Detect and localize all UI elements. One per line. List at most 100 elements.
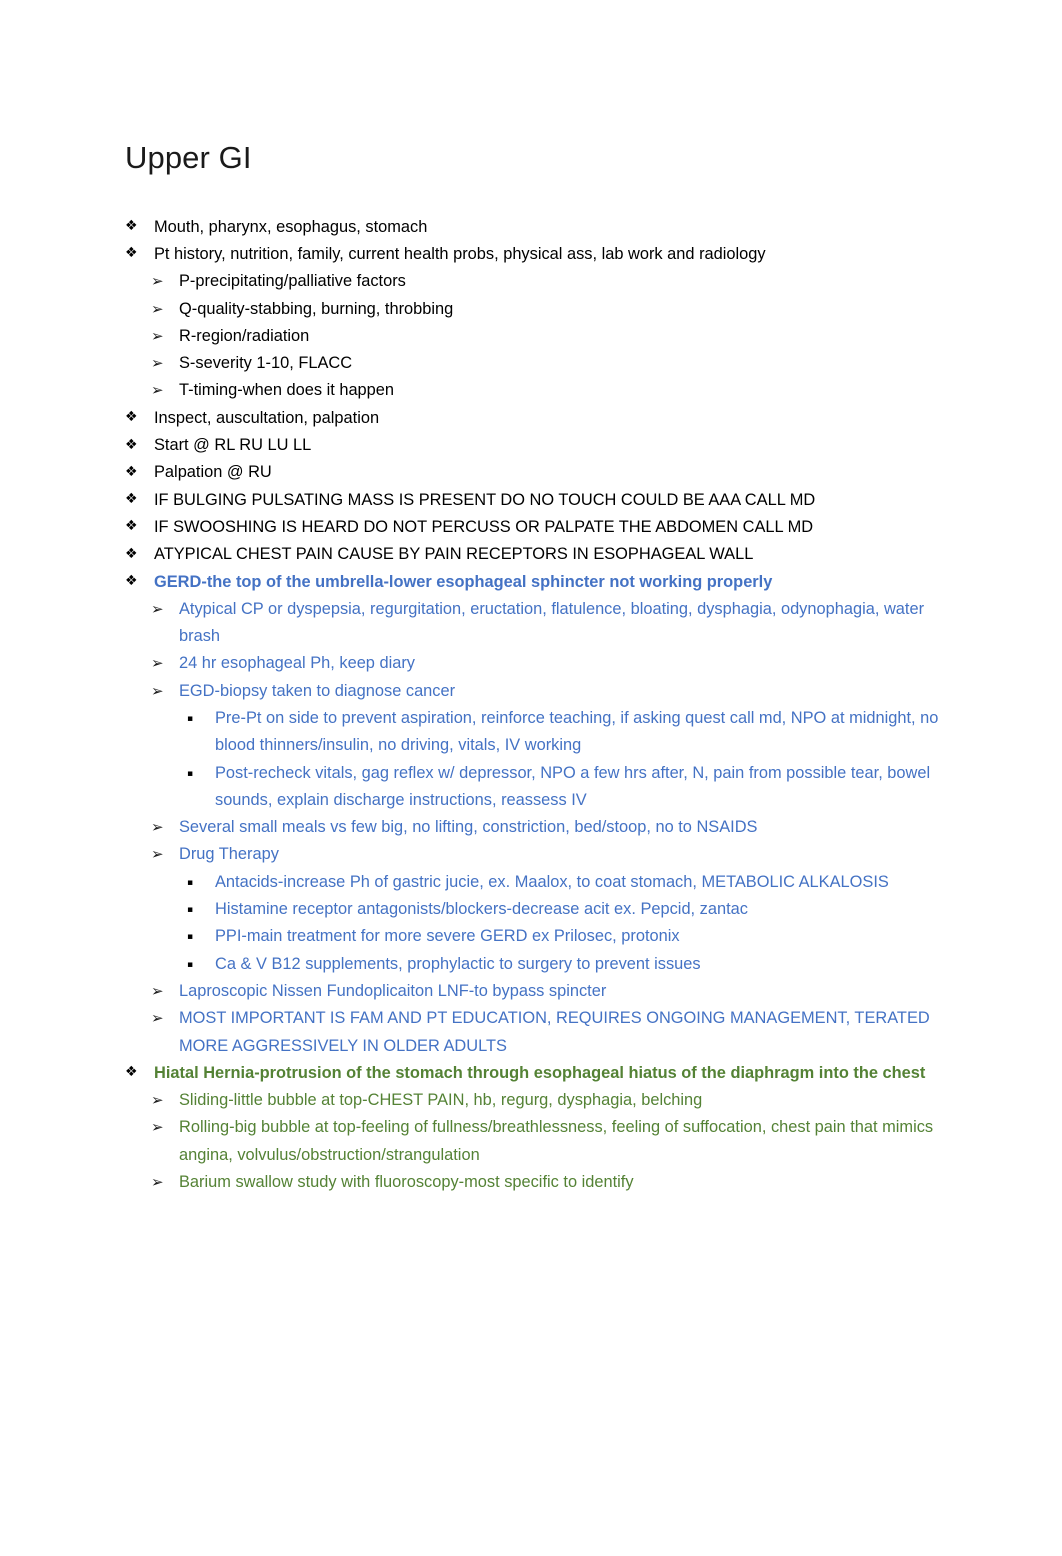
list-item: ▪ Antacids-increase Ph of gastric jucie,…: [187, 869, 962, 896]
list-item-label: Histamine receptor antagonists/blockers-…: [215, 900, 748, 919]
list-item: ➢ Rolling-big bubble at top-feeling of f…: [151, 1114, 962, 1169]
list-item-label: IF SWOOSHING IS HEARD DO NOT PERCUSS OR …: [154, 517, 814, 536]
diamond-bullet-icon: ❖: [125, 545, 138, 562]
list-item: ❖ IF BULGING PULSATING MASS IS PRESENT D…: [125, 487, 962, 514]
diamond-bullet-icon: ❖: [125, 1064, 138, 1081]
square-bullet-icon: ▪: [187, 905, 194, 916]
diamond-bullet-icon: ❖: [125, 245, 138, 262]
list-item-label: Several small meals vs few big, no lifti…: [179, 818, 758, 837]
square-bullet-icon: ▪: [187, 768, 194, 779]
list-item-label: ATYPICAL CHEST PAIN CAUSE BY PAIN RECEPT…: [154, 545, 754, 564]
list-item-label: Start @ RL RU LU LL: [154, 436, 312, 455]
list-item: ▪ Pre-Pt on side to prevent aspiration, …: [187, 705, 962, 760]
list-item: ❖ ATYPICAL CHEST PAIN CAUSE BY PAIN RECE…: [125, 541, 962, 568]
arrow-bullet-icon: ➢: [151, 1173, 164, 1192]
list-item-label: MOST IMPORTANT IS FAM AND PT EDUCATION, …: [179, 1009, 930, 1055]
arrow-bullet-icon: ➢: [151, 981, 164, 1000]
list-item-label: PPI-main treatment for more severe GERD …: [215, 927, 680, 946]
list-item: ❖ Inspect, auscultation, palpation: [125, 405, 962, 432]
list-item-label: Pre-Pt on side to prevent aspiration, re…: [215, 708, 939, 755]
list-item-label: Hiatal Hernia-protrusion of the stomach …: [154, 1063, 926, 1082]
arrow-bullet-icon: ➢: [151, 1009, 164, 1028]
list-item: ➢ Several small meals vs few big, no lif…: [151, 814, 962, 841]
list-item-drug-therapy: ➢ Drug Therapy: [151, 841, 962, 868]
list-item: ➢ MOST IMPORTANT IS FAM AND PT EDUCATION…: [151, 1005, 962, 1060]
list-item: ❖ Pt history, nutrition, family, current…: [125, 241, 962, 268]
list-item: ▪ Post-recheck vitals, gag reflex w/ dep…: [187, 760, 962, 815]
arrow-bullet-icon: ➢: [151, 1091, 164, 1110]
list-item: ▪ Ca & V B12 supplements, prophylactic t…: [187, 951, 962, 978]
list-item-label: GERD-the top of the umbrella-lower esoph…: [154, 572, 773, 591]
diamond-bullet-icon: ❖: [125, 491, 138, 508]
list-item-label: R-region/radiation: [179, 326, 310, 345]
arrow-bullet-icon: ➢: [151, 845, 164, 864]
diamond-bullet-icon: ❖: [125, 436, 138, 453]
list-item-label: Antacids-increase Ph of gastric jucie, e…: [215, 872, 889, 891]
list-item-label: IF BULGING PULSATING MASS IS PRESENT DO …: [154, 490, 816, 509]
square-bullet-icon: ▪: [187, 932, 194, 943]
list-item-label: Rolling-big bubble at top-feeling of ful…: [179, 1118, 934, 1164]
outline-sublist-gerd: ➢ Atypical CP or dyspepsia, regurgitatio…: [125, 596, 962, 1060]
square-bullet-icon: ▪: [187, 877, 194, 888]
list-item: ➢ Barium swallow study with fluoroscopy-…: [151, 1169, 962, 1196]
arrow-bullet-icon: ➢: [151, 599, 164, 618]
arrow-bullet-icon: ➢: [151, 681, 164, 700]
arrow-bullet-icon: ➢: [151, 818, 164, 837]
outline-subsublist-egd: ▪ Pre-Pt on side to prevent aspiration, …: [151, 705, 962, 814]
arrow-bullet-icon: ➢: [151, 1118, 164, 1137]
list-item: ➢ P-precipitating/palliative factors: [151, 268, 962, 295]
list-item-label: Post-recheck vitals, gag reflex w/ depre…: [215, 763, 931, 809]
list-item-label: Palpation @ RU: [154, 463, 272, 482]
list-item: ➢ 24 hr esophageal Ph, keep diary: [151, 650, 962, 677]
list-item: ➢ Q-quality-stabbing, burning, throbbing: [151, 296, 962, 323]
list-item: ➢ EGD-biopsy taken to diagnose cancer: [151, 678, 962, 705]
list-item: ➢ Atypical CP or dyspepsia, regurgitatio…: [151, 596, 962, 651]
arrow-bullet-icon: ➢: [151, 381, 164, 400]
list-item: ▪ Histamine receptor antagonists/blocker…: [187, 896, 962, 923]
diamond-bullet-icon: ❖: [125, 518, 138, 535]
diamond-bullet-icon: ❖: [125, 573, 138, 589]
list-item: ▪ PPI-main treatment for more severe GER…: [187, 923, 962, 950]
list-item-label: Sliding-little bubble at top-CHEST PAIN,…: [179, 1091, 703, 1110]
square-bullet-icon: ▪: [187, 713, 194, 724]
arrow-bullet-icon: ➢: [151, 354, 164, 373]
list-item-label: Inspect, auscultation, palpation: [154, 408, 380, 427]
outline-sublist: ➢ P-precipitating/palliative factors ➢ Q…: [125, 268, 962, 404]
list-item-label: Laproscopic Nissen Fundoplicaiton LNF-to…: [179, 981, 607, 1000]
square-bullet-icon: ▪: [187, 959, 194, 970]
list-item: ➢ T-timing-when does it happen: [151, 377, 962, 404]
list-item: ➢ R-region/radiation: [151, 323, 962, 350]
list-item-label: EGD-biopsy taken to diagnose cancer: [179, 681, 456, 700]
outline-subsublist-drugs: ▪ Antacids-increase Ph of gastric jucie,…: [151, 869, 962, 978]
list-item-label: Barium swallow study with fluoroscopy-mo…: [179, 1173, 634, 1192]
list-item: ❖ IF SWOOSHING IS HEARD DO NOT PERCUSS O…: [125, 514, 962, 541]
page-title: Upper GI: [125, 140, 252, 175]
list-item-label: Drug Therapy: [179, 845, 279, 864]
list-item-label: 24 hr esophageal Ph, keep diary: [179, 654, 416, 673]
list-item: ❖ Mouth, pharynx, esophagus, stomach: [125, 214, 962, 241]
list-item-label: T-timing-when does it happen: [179, 381, 395, 400]
document-page: Upper GI ❖ Mouth, pharynx, esophagus, st…: [0, 0, 1062, 1556]
list-item: ❖ Palpation @ RU: [125, 459, 962, 486]
list-item: ➢ S-severity 1-10, FLACC: [151, 350, 962, 377]
list-item-label: S-severity 1-10, FLACC: [179, 354, 353, 373]
list-item: ➢ Laproscopic Nissen Fundoplicaiton LNF-…: [151, 978, 962, 1005]
outline-root: ❖ Mouth, pharynx, esophagus, stomach ❖ P…: [125, 214, 962, 1197]
list-item-label: P-precipitating/palliative factors: [179, 272, 406, 291]
outline-sublist-hernia: ➢ Sliding-little bubble at top-CHEST PAI…: [125, 1087, 962, 1196]
list-item-label: Pt history, nutrition, family, current h…: [154, 244, 766, 263]
list-item-label: Mouth, pharynx, esophagus, stomach: [154, 217, 428, 236]
list-item: ➢ Sliding-little bubble at top-CHEST PAI…: [151, 1087, 962, 1114]
arrow-bullet-icon: ➢: [151, 299, 164, 318]
list-item-label: Q-quality-stabbing, burning, throbbing: [179, 299, 454, 318]
arrow-bullet-icon: ➢: [151, 272, 164, 291]
list-item-hiatal-hernia-heading: ❖ Hiatal Hernia-protrusion of the stomac…: [125, 1060, 962, 1087]
list-item-label: Ca & V B12 supplements, prophylactic to …: [215, 954, 701, 973]
arrow-bullet-icon: ➢: [151, 326, 164, 345]
diamond-bullet-icon: ❖: [125, 409, 138, 426]
diamond-bullet-icon: ❖: [125, 463, 138, 480]
list-item: ❖ Start @ RL RU LU LL: [125, 432, 962, 459]
diamond-bullet-icon: ❖: [125, 218, 138, 235]
arrow-bullet-icon: ➢: [151, 654, 164, 673]
list-item-label: Atypical CP or dyspepsia, regurgitation,…: [179, 599, 925, 646]
